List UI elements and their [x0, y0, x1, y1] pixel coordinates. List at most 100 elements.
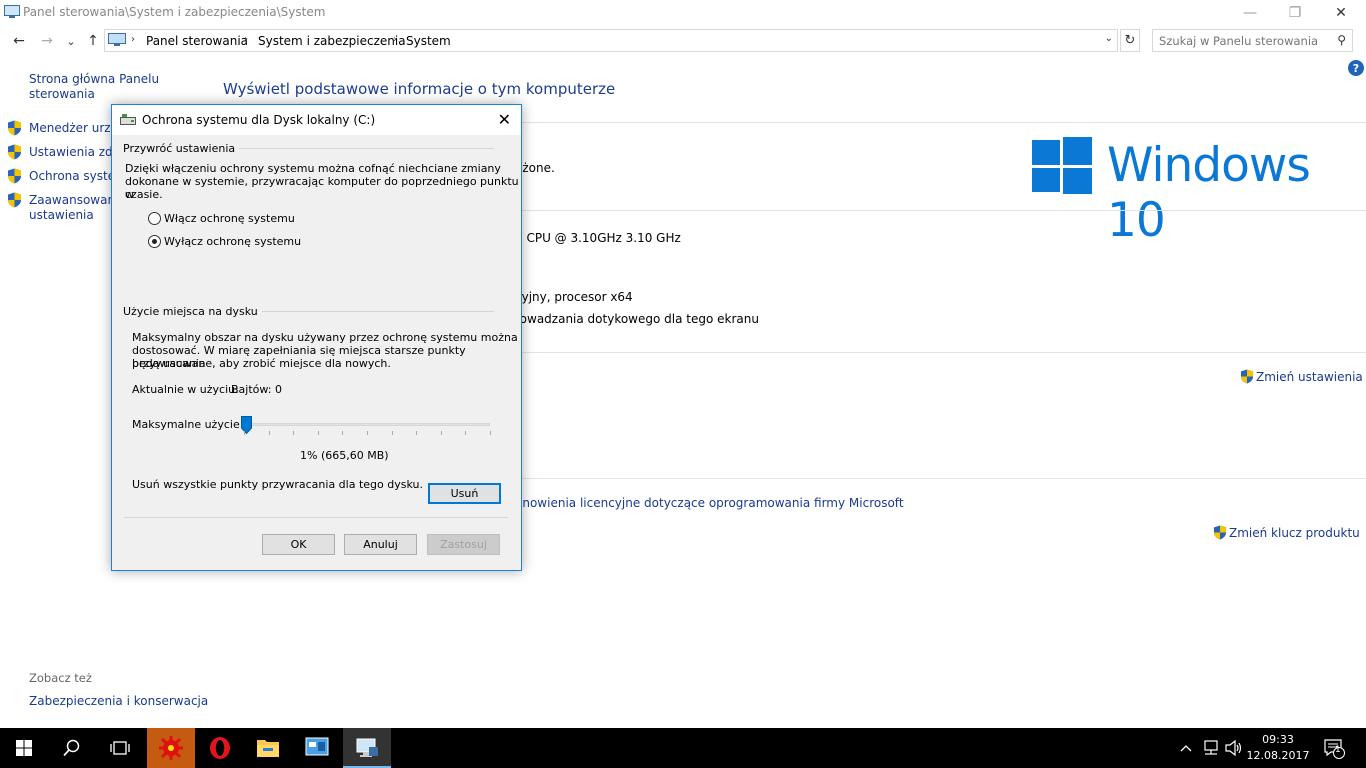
usage-description-line-3: będą usuwane, aby zrobić miejsce dla now…	[132, 357, 391, 370]
sidebar-item-advanced-settings[interactable]: Zaawansowane ustawienia systemu	[7, 192, 117, 226]
max-usage-slider-track[interactable]	[242, 423, 490, 426]
disable-protection-radio[interactable]	[148, 235, 161, 248]
slider-tick	[367, 431, 368, 435]
sidebar-item-device-manager[interactable]: Menedżer urządzeń	[7, 120, 117, 138]
slider-tick	[317, 431, 319, 435]
back-button[interactable]: ←	[8, 30, 30, 52]
breadcrumb-separator-icon[interactable]: ›	[244, 34, 248, 45]
network-icon	[1204, 740, 1218, 755]
task-view-icon	[110, 741, 130, 755]
see-also-heading: Zobacz też	[29, 671, 92, 685]
forward-button[interactable]: →	[36, 30, 58, 52]
current-usage-label: Aktualnie w użyciu:	[132, 383, 239, 396]
start-button[interactable]	[0, 728, 48, 768]
change-settings-link[interactable]: Zmień ustawienia	[1240, 369, 1363, 384]
network-button[interactable]	[1201, 728, 1221, 768]
uac-shield-icon	[8, 168, 21, 184]
breadcrumb-system[interactable]: System	[406, 34, 451, 48]
opera-icon	[210, 737, 230, 759]
sidebar-item-label: Ustawienia zdalne	[29, 145, 117, 159]
refresh-button[interactable]: ↻	[1120, 29, 1140, 52]
taskbar-file-explorer[interactable]	[244, 728, 292, 768]
restore-description-line-3: czasie.	[125, 188, 163, 201]
dialog-title-bar[interactable]: Ochrona systemu dla Dysk lokalny (C:) ✕	[112, 105, 521, 135]
taskbar-app-red-gear[interactable]	[147, 728, 195, 768]
search-button[interactable]	[48, 728, 96, 768]
notification-count: 1	[1335, 745, 1341, 755]
breadcrumb-separator-icon: ›	[131, 34, 135, 45]
delete-points-description: Usuń wszystkie punkty przywracania dla t…	[132, 478, 423, 491]
control-panel-home-link[interactable]: Strona główna Panelu sterowania	[29, 72, 169, 102]
taskbar-opera[interactable]	[196, 728, 244, 768]
chevron-down-icon[interactable]: ⌄	[1105, 33, 1113, 44]
action-center-button[interactable]: 1	[1322, 728, 1346, 768]
restore-button[interactable]: ❐	[1272, 0, 1318, 26]
disable-protection-label[interactable]: Wyłącz ochronę systemu	[164, 235, 301, 248]
uac-shield-icon	[8, 120, 21, 136]
sidebar-item-system-protection[interactable]: Ochrona systemu	[7, 168, 117, 186]
ok-button[interactable]: OK	[262, 534, 335, 555]
taskbar-control-panel[interactable]	[343, 728, 391, 768]
enable-protection-radio[interactable]	[148, 212, 161, 225]
slider-tick	[440, 431, 442, 435]
up-button[interactable]: ↑	[82, 30, 104, 52]
search-icon	[63, 739, 80, 757]
page-title: Wyświetl podstawowe informacje o tym kom…	[223, 80, 616, 98]
dialog-title: Ochrona systemu dla Dysk lokalny (C:)	[142, 113, 376, 127]
dialog-close-button[interactable]: ✕	[498, 110, 511, 129]
minimize-button[interactable]: —	[1227, 0, 1273, 26]
control-panel-icon	[356, 738, 378, 757]
enable-protection-label[interactable]: Włącz ochronę systemu	[164, 212, 295, 225]
gear-app-icon	[159, 736, 183, 760]
search-input[interactable]	[1159, 33, 1329, 48]
slider-tick	[416, 431, 418, 435]
system-type-value: cyjny, procesor x64	[515, 290, 633, 304]
windows-logo-icon	[1032, 137, 1092, 194]
slider-tick	[490, 431, 491, 435]
search-box[interactable]: ⚲	[1152, 29, 1353, 52]
clock-date: 12.08.2017	[1246, 749, 1310, 762]
apply-button[interactable]: Zastosuj	[427, 534, 500, 555]
license-terms-link[interactable]: anowienia licencyjne dotyczące oprogramo…	[515, 496, 904, 510]
chevron-up-icon	[1180, 745, 1192, 752]
address-bar[interactable]: › Panel sterowania › System i zabezpiecz…	[104, 29, 1118, 52]
cancel-button[interactable]: Anuluj	[344, 534, 417, 555]
disk-usage-heading: Użycie miejsca na dysku	[123, 305, 262, 318]
restore-description-line-2: dokonane w systemie, przywracając komput…	[125, 175, 519, 201]
change-settings-label: Zmień ustawienia	[1256, 370, 1363, 384]
search-icon[interactable]: ⚲	[1337, 33, 1346, 47]
slider-tick	[465, 431, 467, 435]
dialog-divider	[124, 517, 508, 518]
breadcrumb-separator-icon[interactable]: ›	[393, 34, 397, 45]
volume-button[interactable]	[1224, 728, 1244, 768]
app-window-icon	[305, 737, 329, 756]
windows-start-icon	[16, 740, 32, 756]
help-icon[interactable]: ?	[1348, 60, 1364, 76]
uac-shield-icon	[8, 144, 21, 160]
close-button[interactable]: ✕	[1318, 0, 1364, 26]
breadcrumb-system-security[interactable]: System i zabezpieczenia	[258, 34, 406, 48]
security-maintenance-link[interactable]: Zabezpieczenia i konserwacja	[29, 694, 208, 708]
volume-icon	[1225, 740, 1242, 756]
usage-description-line-1: Maksymalny obszar na dysku używany przez…	[132, 331, 518, 344]
folder-icon	[257, 740, 279, 757]
processor-value: 0 CPU @ 3.10GHz 3.10 GHz	[515, 231, 681, 245]
title-bar: Panel sterowania\System i zabezpieczenia…	[0, 0, 1366, 26]
navigation-bar: ← → ⌄ ↑ › Panel sterowania › System i za…	[0, 26, 1366, 56]
delete-button[interactable]: Usuń	[428, 483, 501, 504]
sidebar-item-label: Menedżer urządzeń	[29, 121, 117, 135]
change-product-key-link[interactable]: Zmień klucz produktu	[1213, 525, 1360, 540]
taskbar-app-window[interactable]	[293, 728, 341, 768]
sidebar-item-remote-settings[interactable]: Ustawienia zdalne	[7, 144, 117, 162]
clock-time: 09:33	[1262, 733, 1294, 746]
notifications-icon	[1324, 739, 1345, 759]
clock[interactable]: 09:33 12.08.2017	[1246, 732, 1310, 764]
show-hidden-icons-button[interactable]	[1178, 728, 1194, 768]
computer-icon	[108, 33, 126, 46]
task-view-button[interactable]	[96, 728, 144, 768]
window-title: Panel sterowania\System i zabezpieczenia…	[23, 5, 326, 19]
restore-settings-heading: Przywróć ustawienia	[123, 142, 240, 155]
breadcrumb-control-panel[interactable]: Panel sterowania	[146, 34, 248, 48]
windows-brand-text: Windows 10	[1107, 138, 1311, 248]
recent-locations-button[interactable]: ⌄	[60, 30, 82, 52]
